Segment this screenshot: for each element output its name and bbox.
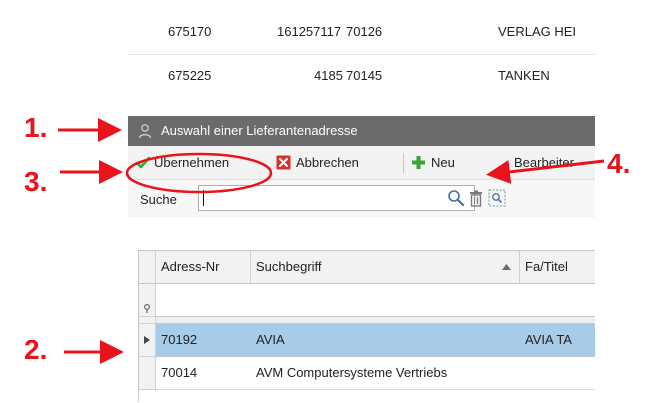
user-icon: [138, 124, 152, 139]
column-header-adress-nr[interactable]: Adress-Nr: [156, 251, 251, 284]
cell-titel: [520, 357, 595, 389]
bg-cell: VERLAG HEI: [498, 24, 577, 39]
edit-button[interactable]: Bearbeiter: [514, 146, 595, 179]
dialog-title-bar[interactable]: Auswahl einer Lieferantenadresse: [128, 116, 595, 146]
check-icon: [136, 156, 150, 169]
edit-button-label: Bearbeiter: [514, 155, 574, 170]
close-icon: [276, 155, 291, 170]
cell-titel: AVIA TA: [525, 332, 572, 347]
supplier-address-dialog: Auswahl einer Lieferantenadresse Überneh…: [128, 116, 595, 403]
cell-suchbegriff: AVM Computersysteme Vertriebs: [256, 365, 448, 380]
filter-row[interactable]: [156, 284, 595, 317]
text-cursor: [203, 190, 204, 206]
annotation-number-3: 3.: [24, 166, 48, 197]
bg-cell: 70126: [346, 24, 383, 39]
toolbar-separator: [403, 153, 404, 173]
table-row[interactable]: 70192 AVIA AVIA TA: [156, 324, 595, 357]
search-row: Suche: [128, 180, 595, 218]
bg-cell: TANKEN: [498, 68, 550, 83]
plus-icon: [412, 156, 425, 169]
background-table-row[interactable]: 675170 161257117 70126 VERLAG HEI: [128, 10, 595, 55]
row-separator: [156, 317, 595, 324]
annotation-number-2: 2.: [24, 334, 48, 365]
accept-button[interactable]: Übernehmen: [128, 146, 274, 179]
filter-row-indicator: [139, 284, 156, 317]
column-header-label: Fa/Titel: [525, 259, 568, 274]
sort-ascending-icon: [502, 264, 511, 270]
trash-icon[interactable]: [468, 190, 484, 207]
search-icon[interactable]: [447, 189, 465, 207]
search-label: Suche: [140, 192, 177, 207]
table-row[interactable]: 70014 AVM Computersysteme Vertriebs: [156, 357, 595, 390]
filter-pin-icon: [144, 304, 150, 313]
grid-corner: [139, 251, 156, 284]
dialog-title: Auswahl einer Lieferantenadresse: [161, 123, 358, 138]
accept-button-label: Übernehmen: [154, 155, 230, 170]
column-header-label: Adress-Nr: [161, 259, 220, 274]
search-filter-icon[interactable]: [488, 189, 506, 207]
column-header-label: Suchbegriff: [256, 259, 322, 274]
background-table-row[interactable]: 675225 4185 70145 TANKEN: [128, 54, 595, 98]
current-row-arrow-icon: [144, 336, 150, 344]
bg-cell: 675225: [168, 68, 212, 83]
cell-adress-nr: 70014: [161, 365, 198, 380]
row-indicator[interactable]: [139, 324, 156, 357]
annotation-number-4: 4.: [607, 148, 631, 179]
cell-adress-nr: 70192: [161, 332, 198, 347]
address-grid: Adress-Nr Suchbegriff Fa/Titel 70192 AVI…: [138, 250, 595, 402]
separator-indicator: [139, 317, 156, 324]
search-input[interactable]: [198, 185, 475, 211]
column-header-titel[interactable]: Fa/Titel: [520, 251, 595, 284]
bg-cell: 161257117: [277, 24, 342, 39]
bg-cell: 70145: [346, 68, 383, 83]
row-indicator[interactable]: [139, 357, 156, 390]
bg-cell: 4185: [314, 68, 343, 83]
cell-suchbegriff: AVIA: [256, 332, 285, 347]
dialog-toolbar: Übernehmen Abbrechen Neu Bearbeiter: [128, 146, 595, 180]
column-header-suchbegriff[interactable]: Suchbegriff: [251, 251, 520, 284]
annotation-number-1: 1.: [24, 112, 48, 143]
new-button[interactable]: Neu: [411, 146, 481, 179]
new-button-label: Neu: [431, 155, 455, 170]
bg-cell: 675170: [168, 24, 212, 39]
cancel-button-label: Abbrechen: [296, 155, 359, 170]
cancel-button[interactable]: Abbrechen: [276, 146, 396, 179]
